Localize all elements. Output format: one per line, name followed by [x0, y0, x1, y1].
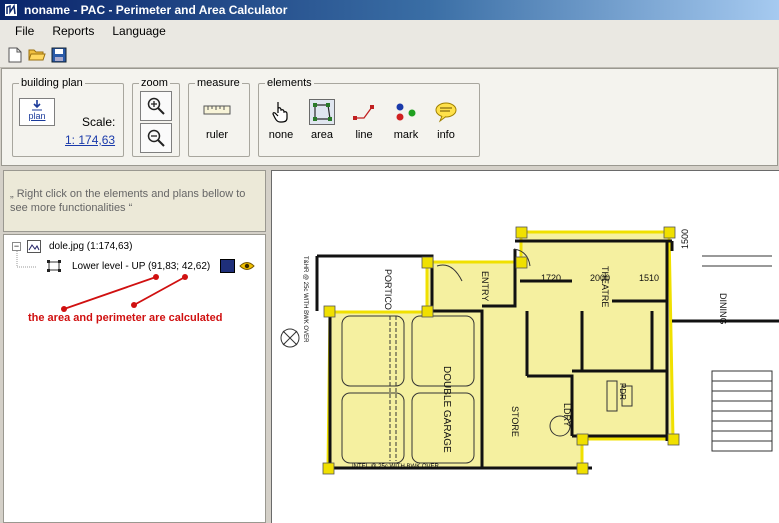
plan-canvas[interactable]: THEATRE ENTRY PORTICO DOUBLE GARAGE STOR… — [271, 170, 779, 523]
room-dining: DINING — [718, 293, 728, 325]
menu-file[interactable]: File — [6, 22, 43, 40]
mark-dots-icon — [396, 103, 416, 121]
ruler-icon — [203, 105, 231, 115]
zoom-in-icon — [147, 97, 165, 115]
element-area-label: area — [310, 129, 334, 141]
open-folder-icon — [28, 49, 46, 61]
elements-legend: elements — [267, 77, 312, 89]
room-pdr: PDR — [618, 383, 627, 400]
title-bar: noname - PAC - Perimeter and Area Calcul… — [0, 0, 779, 20]
building-plan-legend: building plan — [21, 77, 83, 89]
measure-legend: measure — [197, 77, 240, 89]
new-file-button[interactable] — [4, 44, 26, 66]
room-double-garage: DOUBLE GARAGE — [441, 366, 452, 453]
ruler-button[interactable]: ruler — [203, 103, 231, 141]
zoom-legend: zoom — [141, 77, 168, 89]
open-button[interactable] — [26, 44, 48, 66]
room-entry: ENTRY — [480, 271, 490, 301]
element-none-button[interactable]: none — [268, 99, 294, 141]
zoom-out-icon — [147, 129, 165, 147]
line-icon — [353, 105, 374, 120]
element-line-button[interactable]: line — [351, 99, 377, 141]
measured-area-polygon — [326, 230, 675, 470]
element-mark-label: mark — [393, 129, 419, 141]
element-none-label: none — [268, 129, 294, 141]
zoom-out-button[interactable] — [140, 123, 172, 153]
toolbar — [0, 42, 779, 68]
save-button[interactable] — [48, 44, 70, 66]
download-arrow-icon — [32, 100, 42, 111]
left-pane: „ Right click on the elements and plans … — [3, 170, 266, 523]
element-mark-button[interactable]: mark — [393, 99, 419, 141]
window-title: noname - PAC - Perimeter and Area Calcul… — [24, 3, 288, 17]
zoom-in-button[interactable] — [140, 91, 172, 121]
dim-2000: 2000 — [590, 273, 610, 283]
info-bubble-icon — [435, 102, 457, 123]
ribbon-panel: building plan plan Scale: 1: 174,63 zoom — [1, 68, 778, 166]
floor-plan-drawing: THEATRE ENTRY PORTICO DOUBLE GARAGE STOR… — [280, 226, 779, 475]
annotation-text: the area and perimeter are calculated — [28, 312, 223, 324]
element-area-button[interactable]: area — [309, 99, 335, 141]
ruler-label: ruler — [205, 129, 228, 141]
element-info-button[interactable]: info — [433, 99, 459, 141]
scale-label: Scale: — [82, 115, 116, 129]
hint-text: „ Right click on the elements and plans … — [3, 170, 266, 232]
scale-value-link[interactable]: 1: 174,63 — [65, 133, 115, 147]
menu-reports[interactable]: Reports — [43, 22, 103, 40]
dim-1500: 1500 — [680, 229, 690, 249]
note-lintel: INTEL @ 25c WITH BWK OVER — [352, 464, 440, 470]
menu-language[interactable]: Language — [103, 22, 174, 40]
app-icon — [5, 3, 17, 16]
room-portico: PORTICO — [383, 269, 393, 310]
save-disk-icon — [51, 47, 67, 62]
plan-button-label: plan — [28, 111, 46, 121]
element-info-label: info — [437, 129, 455, 141]
room-store: STORE — [510, 406, 520, 437]
area-polygon-icon — [313, 103, 332, 121]
hand-pointer-icon — [272, 102, 288, 123]
dim-1720: 1720 — [541, 273, 561, 283]
room-ldry: LDRY — [562, 403, 572, 427]
plan-tree[interactable]: − dole.jpg (1:174,63) Lower level - UP (… — [3, 234, 266, 523]
new-file-icon — [8, 47, 22, 62]
plan-button[interactable]: plan — [19, 98, 55, 126]
menu-bar: File Reports Language — [0, 20, 779, 42]
note-thr: T&HR @ 25c WITH BWK OVER — [302, 256, 308, 343]
element-line-label: line — [355, 129, 373, 141]
dim-1510: 1510 — [639, 273, 659, 283]
